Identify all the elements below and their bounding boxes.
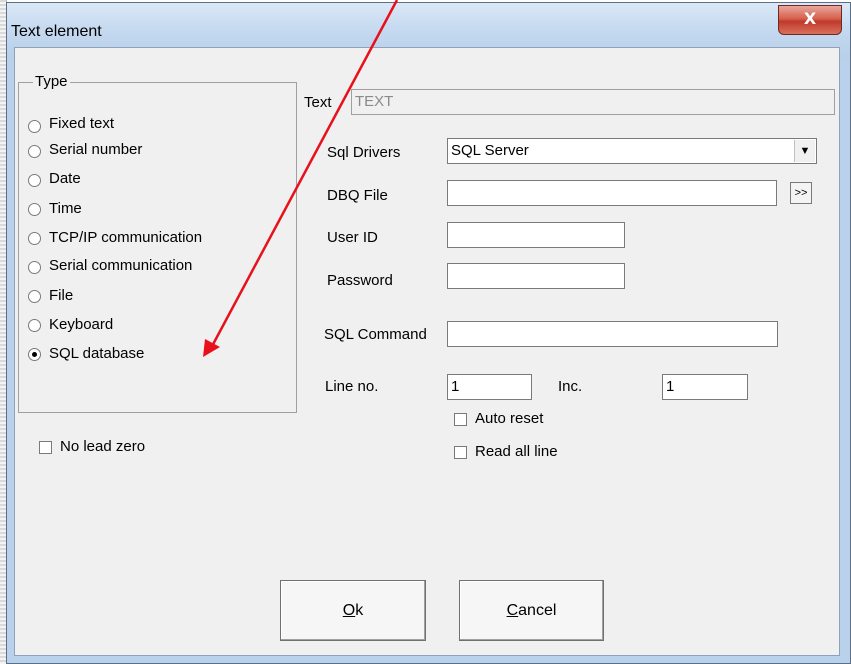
type-group-label: Type: [33, 73, 70, 90]
dbq-file-label: DBQ File: [327, 187, 388, 204]
inc-input[interactable]: 1: [662, 374, 748, 400]
cancel-label: ancel: [518, 602, 557, 619]
close-button[interactable]: X: [778, 5, 842, 35]
radio-label: Date: [49, 170, 81, 187]
chevron-down-icon[interactable]: ▼: [794, 140, 815, 162]
dbq-file-input[interactable]: [447, 180, 777, 206]
cancel-button[interactable]: Cancel: [459, 580, 604, 641]
radio-button[interactable]: [28, 120, 41, 133]
dialog-client-area: Type Fixed text Serial number Date Time …: [14, 47, 840, 656]
dialog-title: Text element: [11, 23, 102, 40]
auto-reset-label: Auto reset: [475, 410, 544, 427]
text-input[interactable]: TEXT: [351, 89, 835, 115]
sql-drivers-select[interactable]: SQL Server ▼: [447, 138, 817, 164]
close-icon: X: [803, 9, 817, 28]
inc-label: Inc.: [558, 378, 583, 395]
radio-button[interactable]: [28, 319, 41, 332]
sql-drivers-label: Sql Drivers: [327, 144, 401, 161]
ok-button[interactable]: Ok: [280, 580, 426, 641]
radio-label: Fixed text: [49, 115, 115, 132]
line-no-label: Line no.: [325, 378, 379, 395]
checkbox[interactable]: [454, 446, 467, 459]
checkbox[interactable]: [454, 413, 467, 426]
ok-mnemonic: O: [342, 602, 356, 619]
radio-label: TCP/IP communication: [49, 229, 203, 246]
radio-label: Time: [49, 200, 82, 217]
radio-button[interactable]: [28, 174, 41, 187]
type-group: Type Fixed text Serial number Date Time …: [18, 73, 297, 413]
cancel-mnemonic: C: [506, 602, 519, 619]
radio-label: File: [49, 287, 74, 304]
browse-button[interactable]: >>: [790, 182, 812, 204]
radio-button[interactable]: [28, 203, 41, 216]
sql-command-label: SQL Command: [324, 326, 427, 343]
user-id-input[interactable]: [447, 222, 625, 248]
password-label: Password: [327, 272, 393, 289]
radio-label: Serial communication: [49, 257, 193, 274]
user-id-label: User ID: [327, 229, 378, 246]
checkbox[interactable]: [39, 441, 52, 454]
sql-command-input[interactable]: [447, 321, 778, 347]
radio-button[interactable]: [28, 290, 41, 303]
browse-icon: >>: [794, 187, 808, 199]
text-element-dialog: Text element X Type Fixed text Serial nu…: [6, 2, 851, 664]
sql-drivers-value: SQL Server: [451, 142, 529, 159]
no-lead-zero-label: No lead zero: [60, 438, 146, 455]
radio-label: Keyboard: [49, 316, 114, 333]
line-no-input[interactable]: 1: [447, 374, 532, 400]
radio-button[interactable]: [28, 232, 41, 245]
radio-label: SQL database: [49, 345, 145, 362]
read-all-line-label: Read all line: [475, 443, 558, 460]
radio-button[interactable]: [28, 261, 41, 274]
ok-label: k: [355, 602, 364, 619]
text-label: Text: [304, 94, 332, 111]
radio-button[interactable]: [28, 145, 41, 158]
radio-button-selected[interactable]: [28, 348, 41, 361]
password-input[interactable]: [447, 263, 625, 289]
radio-label: Serial number: [49, 141, 143, 158]
